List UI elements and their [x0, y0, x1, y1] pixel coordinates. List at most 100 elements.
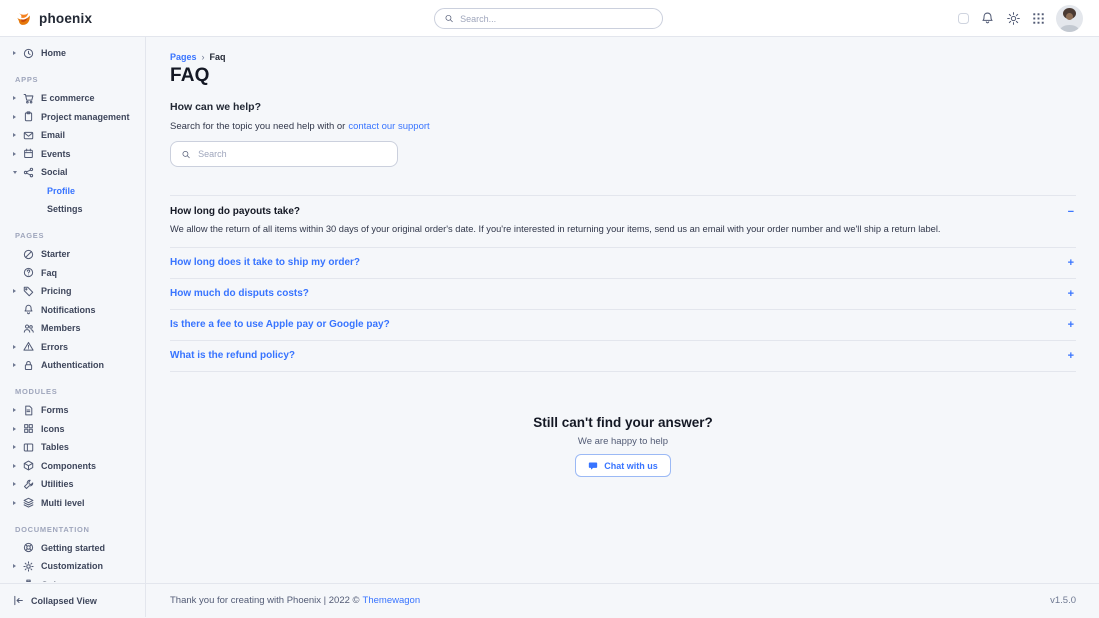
caret-right-icon: [13, 152, 16, 156]
top-navbar: phoenix: [0, 0, 1099, 37]
users-icon: [23, 323, 34, 334]
breadcrumb-pages-link[interactable]: Pages: [170, 52, 197, 62]
sidebar-subitem-settings[interactable]: Settings: [0, 200, 145, 219]
sidebar-subitem-profile[interactable]: Profile: [0, 182, 145, 201]
gear-icon: [23, 561, 34, 572]
faq-accordion: How long do payouts take? − We allow the…: [170, 195, 1076, 372]
sidebar-item-notifications[interactable]: Notifications: [0, 301, 145, 320]
notifications-bell-icon[interactable]: [980, 11, 995, 26]
faq-question: What is the refund policy?: [170, 349, 295, 363]
sidebar-item-label: Notifications: [41, 305, 96, 315]
faq-question: How much do disputs costs?: [170, 287, 309, 301]
sidebar-item-faq[interactable]: Faq: [0, 264, 145, 283]
sidebar-item-label: Customization: [41, 561, 103, 571]
expand-plus-icon[interactable]: +: [1068, 287, 1076, 301]
breadcrumb-current: Faq: [210, 52, 226, 62]
faq-question-row: How long do payouts take? −: [170, 205, 1076, 219]
faq-question: How long does it take to ship my order?: [170, 256, 360, 270]
sidebar-item-starter[interactable]: Starter: [0, 245, 145, 264]
faq-item-payouts[interactable]: How long do payouts take? − We allow the…: [170, 195, 1076, 247]
faq-question-row: Is there a fee to use Apple pay or Googl…: [170, 318, 1076, 332]
user-avatar[interactable]: [1056, 5, 1083, 32]
theme-toggle-icon[interactable]: [958, 13, 969, 24]
lifebuoy-icon: [23, 542, 34, 553]
sidebar-item-label: Components: [41, 461, 96, 471]
sidebar-item-pricing[interactable]: Pricing: [0, 282, 145, 301]
sidebar-item-ecommerce[interactable]: E commerce: [0, 89, 145, 108]
sidebar-item-gulp[interactable]: Gulp: [0, 576, 145, 583]
grid-icon: [23, 423, 34, 434]
caret-right-icon: [13, 133, 16, 137]
caret-right-icon: [13, 51, 16, 55]
cta-heading: Still can't find your answer?: [170, 414, 1076, 431]
sidebar-item-label: Utilities: [41, 479, 74, 489]
share-nodes-icon: [23, 167, 34, 178]
bell-icon: [23, 304, 34, 315]
contact-support-link[interactable]: contact our support: [348, 121, 429, 132]
brand-logo[interactable]: phoenix: [14, 9, 92, 28]
sidebar-item-label: Project management: [41, 112, 130, 122]
settings-gear-icon[interactable]: [1006, 11, 1021, 26]
themewagon-link[interactable]: Themewagon: [363, 595, 421, 606]
sidebar-item-email[interactable]: Email: [0, 126, 145, 145]
sidebar-item-tables[interactable]: Tables: [0, 438, 145, 457]
caret-right-icon: [13, 115, 16, 119]
sidebar-item-label: Starter: [41, 249, 70, 259]
sidebar-item-label: Home: [41, 48, 66, 58]
sidebar-item-members[interactable]: Members: [0, 319, 145, 338]
sidebar-item-authentication[interactable]: Authentication: [0, 356, 145, 375]
sidebar-item-getting-started[interactable]: Getting started: [0, 539, 145, 558]
faq-answer: We allow the return of all items within …: [170, 222, 1076, 236]
avatar-face: [1066, 13, 1073, 20]
sidebar-item-label: Faq: [41, 268, 57, 278]
question-circle-icon: [23, 267, 34, 278]
page-footer: Thank you for creating with Phoenix | 20…: [146, 583, 1099, 617]
expand-plus-icon[interactable]: +: [1068, 349, 1076, 363]
global-search-input[interactable]: [460, 14, 653, 24]
sidebar-item-label: Errors: [41, 342, 68, 352]
sidebar-section-apps: APPS: [0, 71, 145, 90]
apps-grid-icon[interactable]: [1032, 12, 1045, 25]
faq-item-apple-google-pay[interactable]: Is there a fee to use Apple pay or Googl…: [170, 309, 1076, 340]
faq-item-shipping[interactable]: How long does it take to ship my order? …: [170, 247, 1076, 278]
faq-search: [170, 141, 398, 167]
sidebar-item-label: Multi level: [41, 498, 85, 508]
collapse-sidebar-button[interactable]: Collapsed View: [0, 583, 145, 617]
lock-icon: [23, 360, 34, 371]
sidebar-item-label: Email: [41, 130, 65, 140]
sidebar-item-social[interactable]: Social: [0, 163, 145, 182]
help-text: Search for the topic you need help with …: [170, 121, 1076, 132]
caret-right-icon: [13, 363, 16, 367]
sidebar-item-home[interactable]: Home: [0, 44, 145, 63]
chat-with-us-button[interactable]: Chat with us: [575, 454, 671, 477]
sidebar-item-forms[interactable]: Forms: [0, 401, 145, 420]
search-icon: [181, 149, 191, 160]
sidebar-item-multi-level[interactable]: Multi level: [0, 494, 145, 513]
caret-right-icon: [13, 427, 16, 431]
faq-search-input[interactable]: [198, 149, 387, 159]
footer-credit-text: Thank you for creating with Phoenix | 20…: [170, 595, 360, 606]
sidebar-item-project-management[interactable]: Project management: [0, 108, 145, 127]
chat-with-us-label: Chat with us: [604, 461, 658, 471]
topnav-actions: [958, 5, 1083, 32]
faq-item-refund-policy[interactable]: What is the refund policy? +: [170, 340, 1076, 372]
sidebar-item-utilities[interactable]: Utilities: [0, 475, 145, 494]
expand-plus-icon[interactable]: +: [1068, 256, 1076, 270]
expand-plus-icon[interactable]: +: [1068, 318, 1076, 332]
sidebar-item-events[interactable]: Events: [0, 145, 145, 164]
sidebar-nav: Home APPS E commerce Project management …: [0, 37, 145, 582]
sidebar-item-icons[interactable]: Icons: [0, 420, 145, 439]
sidebar-item-customization[interactable]: Customization: [0, 557, 145, 576]
faq-item-disputes[interactable]: How much do disputs costs? +: [170, 278, 1076, 309]
sidebar-item-components[interactable]: Components: [0, 457, 145, 476]
cta-subtext: We are happy to help: [170, 436, 1076, 447]
sidebar-item-errors[interactable]: Errors: [0, 338, 145, 357]
warning-triangle-icon: [23, 341, 34, 352]
search-icon: [444, 13, 454, 24]
main-content: Pages › Faq FAQ How can we help? Search …: [146, 37, 1099, 617]
file-icon: [23, 405, 34, 416]
caret-right-icon: [13, 408, 16, 412]
phoenix-logo-icon: [14, 9, 33, 28]
collapse-minus-icon[interactable]: −: [1068, 205, 1076, 219]
page-title: FAQ: [170, 65, 1076, 87]
